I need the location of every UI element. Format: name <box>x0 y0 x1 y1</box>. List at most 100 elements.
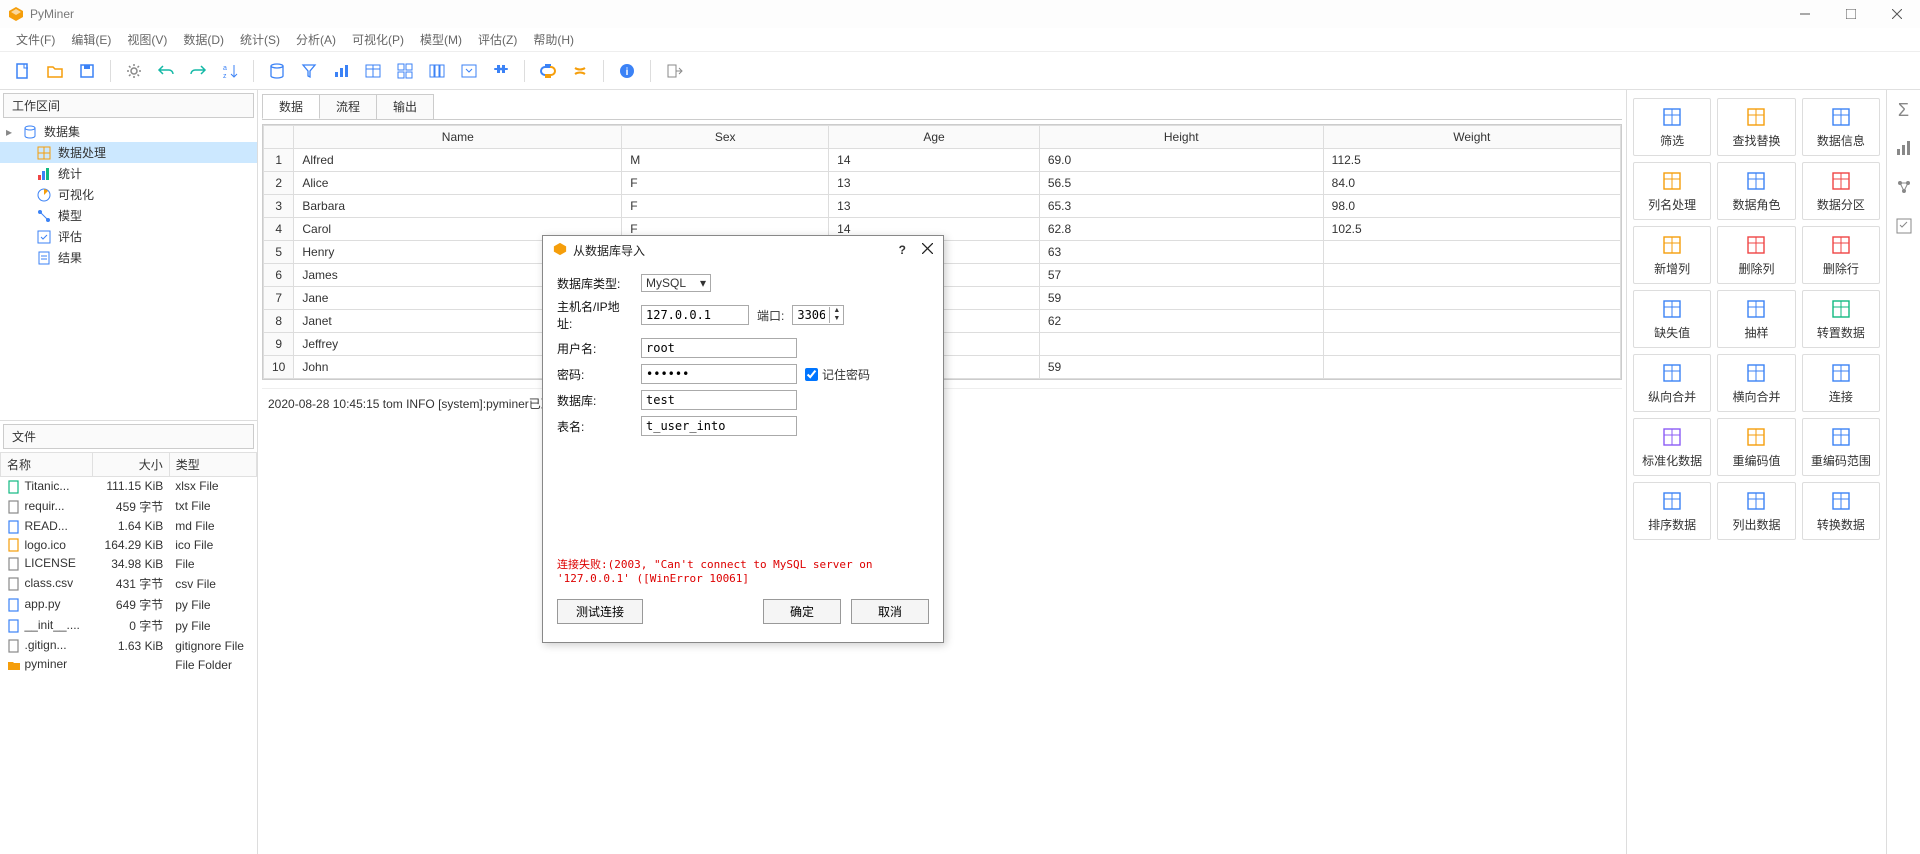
file-row[interactable]: Titanic...111.15 KiBxlsx File <box>1 477 257 496</box>
grid-cell[interactable]: Barbara <box>294 195 622 218</box>
grid-column-header[interactable]: Age <box>829 126 1040 149</box>
ribbon-join[interactable]: 连接 <box>1802 354 1880 412</box>
plugin-icon[interactable] <box>488 58 514 84</box>
ribbon-transpose[interactable]: 转置数据 <box>1802 290 1880 348</box>
grid-column-header[interactable]: Weight <box>1323 126 1620 149</box>
columns-icon[interactable] <box>424 58 450 84</box>
ribbon-list[interactable]: 列出数据 <box>1717 482 1795 540</box>
file-col-header[interactable]: 大小 <box>93 453 169 477</box>
undo-icon[interactable] <box>153 58 179 84</box>
ribbon-transform[interactable]: 转换数据 <box>1802 482 1880 540</box>
grid-cell[interactable] <box>1323 241 1620 264</box>
tree-item[interactable]: 模型 <box>0 205 257 226</box>
jupyter-icon[interactable] <box>567 58 593 84</box>
file-row[interactable]: requir...459 字节txt File <box>1 496 257 517</box>
database-input[interactable] <box>641 390 797 410</box>
grid-cell[interactable] <box>1039 333 1323 356</box>
ok-button[interactable]: 确定 <box>763 599 841 624</box>
chart-bars-icon[interactable] <box>1895 139 1913 160</box>
dialog-help-icon[interactable]: ? <box>899 243 906 257</box>
grid-cell[interactable] <box>1323 356 1620 379</box>
tab-输出[interactable]: 输出 <box>376 94 434 119</box>
ribbon-norm[interactable]: 标准化数据 <box>1633 418 1711 476</box>
ribbon-range[interactable]: 重编码范围 <box>1802 418 1880 476</box>
grid-cell[interactable]: 65.3 <box>1039 195 1323 218</box>
file-col-header[interactable]: 名称 <box>1 453 93 477</box>
grid-cell[interactable]: 62 <box>1039 310 1323 333</box>
menu-item[interactable]: 统计(S) <box>232 29 288 50</box>
grid-cell[interactable]: M <box>622 149 829 172</box>
export-icon[interactable] <box>661 58 687 84</box>
spin-down-icon[interactable]: ▼ <box>830 315 843 323</box>
new-file-icon[interactable] <box>10 58 36 84</box>
grid-cell[interactable] <box>1323 333 1620 356</box>
remember-checkbox[interactable] <box>805 368 818 381</box>
ribbon-info[interactable]: 数据信息 <box>1802 98 1880 156</box>
menu-item[interactable]: 视图(V) <box>119 29 175 50</box>
tab-数据[interactable]: 数据 <box>262 94 320 119</box>
file-row[interactable]: READ...1.64 KiBmd File <box>1 517 257 536</box>
ribbon-funnel[interactable]: 筛选 <box>1633 98 1711 156</box>
minimize-button[interactable] <box>1782 0 1828 28</box>
settings-icon[interactable] <box>121 58 147 84</box>
cancel-button[interactable]: 取消 <box>851 599 929 624</box>
file-row[interactable]: LICENSE34.98 KiBFile <box>1 554 257 573</box>
ribbon-sort[interactable]: 排序数据 <box>1633 482 1711 540</box>
file-row[interactable]: logo.ico164.29 KiBico File <box>1 536 257 555</box>
menu-item[interactable]: 可视化(P) <box>344 29 412 50</box>
ribbon-delcol[interactable]: 删除列 <box>1717 226 1795 284</box>
grid-cell[interactable]: 98.0 <box>1323 195 1620 218</box>
menu-item[interactable]: 编辑(E) <box>63 29 119 50</box>
ribbon-role[interactable]: 数据角色 <box>1717 162 1795 220</box>
ribbon-partition[interactable]: 数据分区 <box>1802 162 1880 220</box>
open-folder-icon[interactable] <box>42 58 68 84</box>
tree-item[interactable]: 评估 <box>0 226 257 247</box>
grid-row[interactable]: 3BarbaraF1365.398.0 <box>264 195 1621 218</box>
table-icon[interactable] <box>360 58 386 84</box>
grid-cell[interactable]: Alfred <box>294 149 622 172</box>
grid-cell[interactable]: 57 <box>1039 264 1323 287</box>
file-row[interactable]: __init__....0 字节py File <box>1 615 257 636</box>
file-row[interactable]: app.py649 字节py File <box>1 594 257 615</box>
grid-column-header[interactable]: Name <box>294 126 622 149</box>
tree-item[interactable]: 结果 <box>0 247 257 268</box>
ribbon-mergeh[interactable]: 横向合并 <box>1717 354 1795 412</box>
ribbon-delrow[interactable]: 删除行 <box>1802 226 1880 284</box>
grid-cell[interactable]: 102.5 <box>1323 218 1620 241</box>
ribbon-find[interactable]: 查找替换 <box>1717 98 1795 156</box>
grid-cell[interactable]: 112.5 <box>1323 149 1620 172</box>
grid-cell[interactable]: 59 <box>1039 356 1323 379</box>
test-connection-button[interactable]: 测试连接 <box>557 599 643 624</box>
ribbon-addcol[interactable]: 新增列 <box>1633 226 1711 284</box>
grid-row[interactable]: 2AliceF1356.584.0 <box>264 172 1621 195</box>
menu-item[interactable]: 评估(Z) <box>470 29 525 50</box>
menu-item[interactable]: 分析(A) <box>288 29 344 50</box>
password-input[interactable] <box>641 364 797 384</box>
file-row[interactable]: pyminerFile Folder <box>1 655 257 674</box>
filter-icon[interactable] <box>296 58 322 84</box>
redo-icon[interactable] <box>185 58 211 84</box>
grid-cell[interactable]: 56.5 <box>1039 172 1323 195</box>
grid-cell[interactable] <box>1323 310 1620 333</box>
dialog-close-icon[interactable] <box>922 243 933 257</box>
menu-item[interactable]: 文件(F) <box>8 29 63 50</box>
menu-item[interactable]: 帮助(H) <box>525 29 582 50</box>
host-input[interactable] <box>641 305 749 325</box>
menu-item[interactable]: 数据(D) <box>175 29 232 50</box>
grid-cell[interactable]: 62.8 <box>1039 218 1323 241</box>
tree-item[interactable]: 数据处理 <box>0 142 257 163</box>
database-icon[interactable] <box>264 58 290 84</box>
tree-item[interactable]: ▸数据集 <box>0 121 257 142</box>
table-input[interactable] <box>641 416 797 436</box>
ribbon-funnel2[interactable]: 缺失值 <box>1633 290 1711 348</box>
sigma-icon[interactable]: Σ <box>1898 100 1909 121</box>
grid-cell[interactable]: 13 <box>829 172 1040 195</box>
close-button[interactable] <box>1874 0 1920 28</box>
grid-cell[interactable]: Alice <box>294 172 622 195</box>
python-icon[interactable] <box>535 58 561 84</box>
grid-row[interactable]: 1AlfredM1469.0112.5 <box>264 149 1621 172</box>
model-icon[interactable] <box>1895 178 1913 199</box>
grid-cell[interactable]: 69.0 <box>1039 149 1323 172</box>
tree-item[interactable]: 统计 <box>0 163 257 184</box>
file-row[interactable]: class.csv431 字节csv File <box>1 573 257 594</box>
